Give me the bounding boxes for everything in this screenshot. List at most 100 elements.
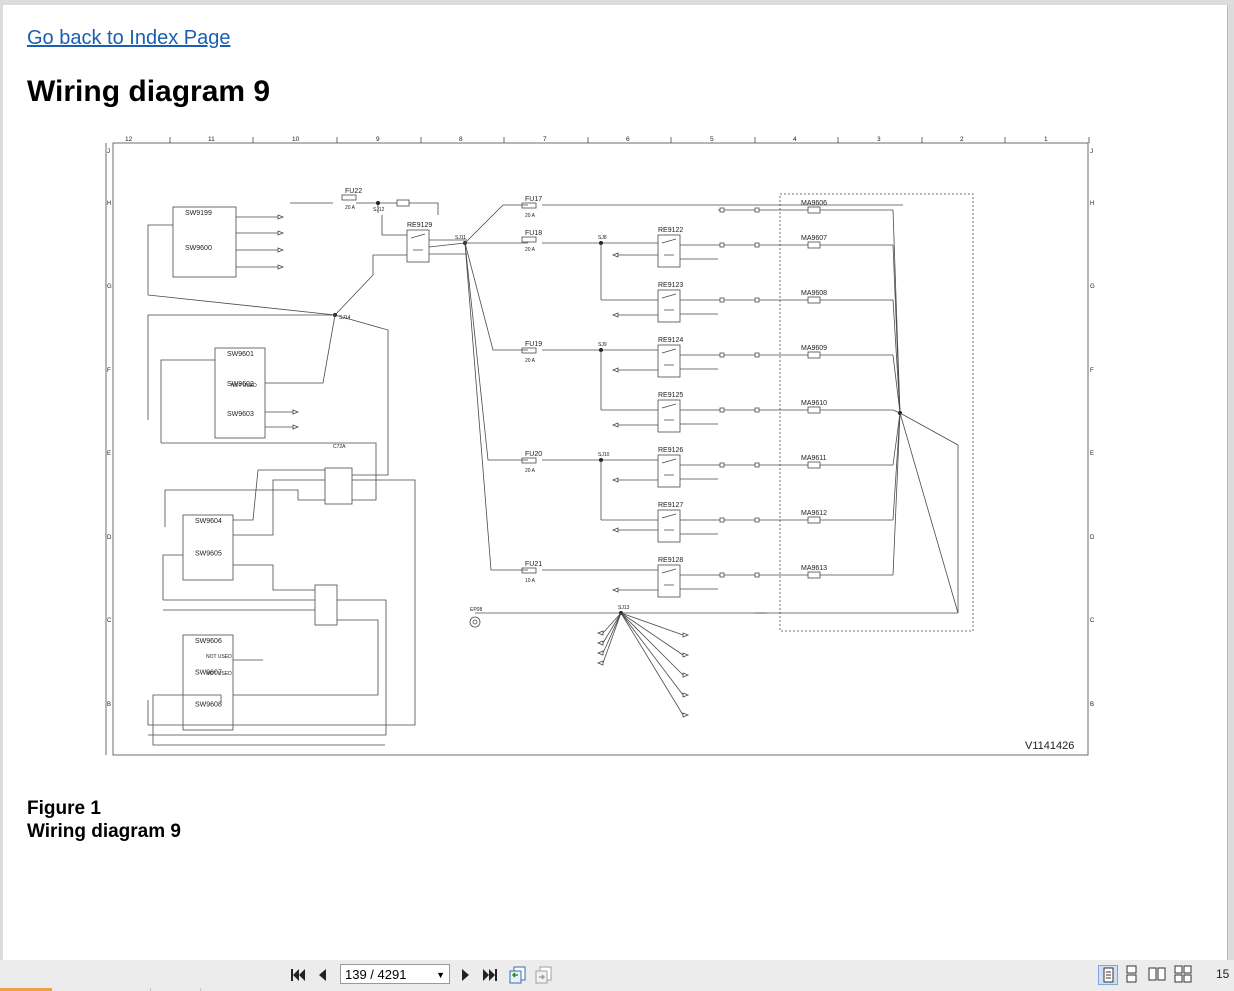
go-back-view-icon[interactable] <box>508 965 528 985</box>
facing-view-icon[interactable] <box>1148 965 1168 985</box>
splice-label: SJ10 <box>598 452 610 458</box>
switch-label: SW9603 <box>227 411 254 418</box>
fuse-symbol <box>521 457 537 464</box>
not-used-label: NOT USED <box>206 671 232 677</box>
actuator-label: MA9609 <box>801 345 827 352</box>
fuse-symbol <box>521 347 537 354</box>
actuator-symbol <box>807 461 821 469</box>
actuator-symbol <box>807 206 821 214</box>
single-page-view-icon[interactable] <box>1098 965 1118 985</box>
splice-dot <box>376 201 380 205</box>
grid-column-label: 11 <box>208 136 215 143</box>
connector-pin <box>754 517 760 523</box>
switch-label: SW9601 <box>227 351 254 358</box>
grid-row-label: J <box>107 149 110 155</box>
actuator-label: MA9611 <box>801 455 827 462</box>
ground-symbol <box>469 616 481 628</box>
figure-number: Figure 1 <box>27 798 101 819</box>
actuator-label: MA9613 <box>801 565 827 572</box>
relay-label: RE9126 <box>658 447 683 454</box>
grid-column-label: 5 <box>710 136 714 143</box>
switch-group <box>182 634 234 731</box>
prev-page-icon[interactable] <box>312 965 332 985</box>
relay-label: RE9129 <box>407 222 432 229</box>
connector-pin <box>754 242 760 248</box>
grid-column-label: 12 <box>125 136 133 143</box>
grid-column-label: 3 <box>877 136 881 143</box>
splice-label: SJ8 <box>598 235 607 241</box>
switch-label: SW9606 <box>195 638 222 645</box>
fuse-label: FU19 <box>525 341 542 348</box>
fuse-rating: 20 A <box>525 468 536 474</box>
connector-pin <box>754 462 760 468</box>
grid-row-label: G <box>1090 284 1095 290</box>
grid-column-label: 7 <box>543 136 547 143</box>
connector-pin <box>719 462 725 468</box>
continuous-view-icon[interactable] <box>1122 965 1142 985</box>
relay-box <box>657 344 681 378</box>
relay-label: RE9124 <box>658 337 683 344</box>
fuse-rating: 20 A <box>345 205 356 211</box>
page-indicator: 139 / 4291 <box>345 967 407 982</box>
fuse-rating: 20 A <box>525 358 536 364</box>
switch-group <box>172 206 237 278</box>
figure-caption: Figure 1 Wiring diagram 9 <box>27 797 181 843</box>
fuse-label: FU20 <box>525 451 542 458</box>
viewer-toolbar: 139 / 4291 ▼ 15 <box>0 960 1234 991</box>
connector-label: C72A <box>333 444 346 450</box>
connector-block <box>314 584 338 626</box>
connector-pin <box>719 207 725 213</box>
relay-box <box>657 454 681 488</box>
grid-column-label: 4 <box>793 136 797 143</box>
continuous-facing-view-icon[interactable] <box>1174 965 1194 985</box>
switch-label: SW9604 <box>195 518 222 525</box>
grid-row-label: B <box>107 702 111 708</box>
relay-label: RE9123 <box>658 282 683 289</box>
grid-row-label: E <box>1090 451 1094 457</box>
back-to-index-link[interactable]: Go back to Index Page <box>27 27 230 50</box>
actuator-symbol <box>807 351 821 359</box>
switch-label: SW9608 <box>195 701 222 708</box>
grid-row-label: D <box>1090 535 1095 541</box>
grid-column-label: 1 <box>1044 136 1048 143</box>
actuator-label: MA9608 <box>801 290 827 297</box>
fuse-label: FU18 <box>525 230 542 237</box>
grid-row-label: H <box>1090 201 1094 207</box>
page-number-input[interactable]: 139 / 4291 ▼ <box>340 964 450 984</box>
fuse-label: FU17 <box>525 196 542 203</box>
diagram-id: V1141426 <box>1025 740 1074 752</box>
actuator-label: MA9610 <box>801 400 827 407</box>
connector-pin <box>719 242 725 248</box>
grid-row-label: F <box>1090 368 1094 374</box>
switch-label: SW9605 <box>195 551 222 558</box>
relay-box <box>657 564 681 598</box>
grid-row-label: E <box>107 451 111 457</box>
fuse-symbol <box>521 567 537 574</box>
connector-pin <box>719 352 725 358</box>
actuator-label: MA9612 <box>801 510 827 517</box>
actuator-symbol <box>807 296 821 304</box>
go-forward-view-icon[interactable] <box>534 965 554 985</box>
splice-label: SJ13 <box>618 605 630 611</box>
relay-box <box>657 509 681 543</box>
grid-row-label: J <box>1090 149 1093 155</box>
switch-group <box>214 347 266 439</box>
relay-box <box>406 229 430 263</box>
last-page-icon[interactable] <box>480 965 500 985</box>
connector-pin <box>754 352 760 358</box>
fuse-symbol <box>521 202 537 209</box>
not-used-label: NOT USED <box>206 654 232 660</box>
connector-pin <box>754 572 760 578</box>
connector-block <box>324 467 353 505</box>
grid-row-label: D <box>107 535 112 541</box>
fuse-label: FU21 <box>525 561 542 568</box>
connector-pin <box>719 517 725 523</box>
actuator-symbol <box>807 406 821 414</box>
next-page-icon[interactable] <box>456 965 476 985</box>
first-page-icon[interactable] <box>288 965 308 985</box>
fuse-label: FU22 <box>345 188 362 195</box>
grid-row-label: G <box>107 284 112 290</box>
grid-row-label: F <box>107 368 111 374</box>
grid-row-label: C <box>1090 618 1095 624</box>
switch-label: SW9199 <box>185 210 212 217</box>
